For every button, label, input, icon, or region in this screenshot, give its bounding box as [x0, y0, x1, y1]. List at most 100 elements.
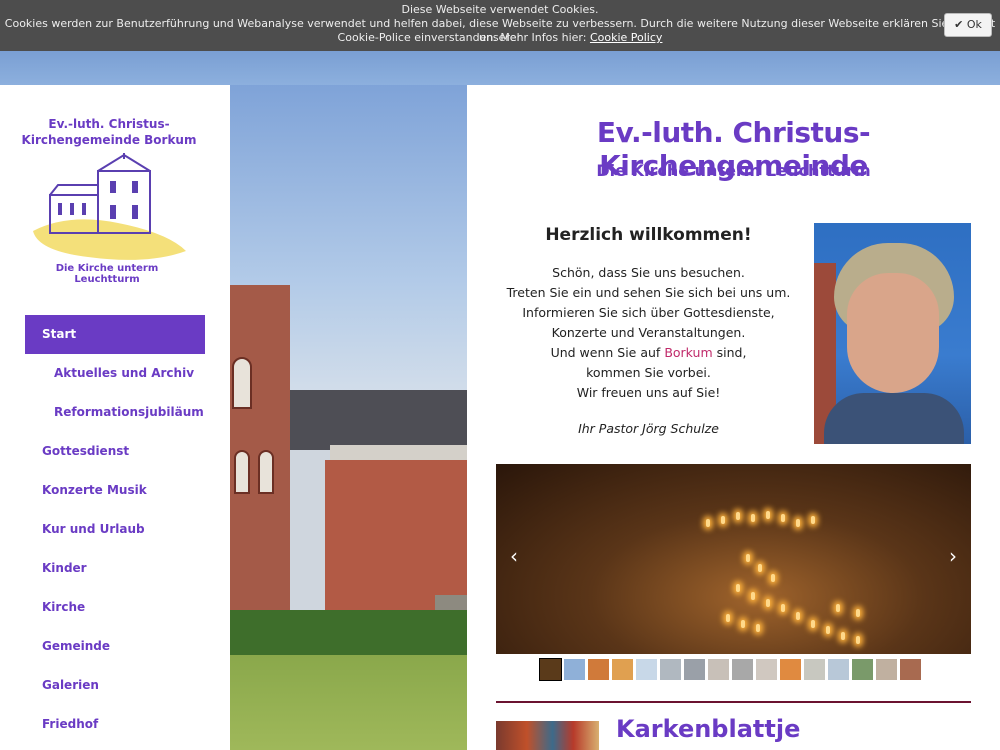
borkum-highlight: Borkum	[664, 345, 713, 360]
candle-light	[841, 632, 845, 640]
slider-thumbnail[interactable]	[539, 658, 562, 681]
welcome-line: Und wenn Sie auf Borkum sind,	[497, 343, 800, 363]
sidebar: Ev.-luth. Christus- Kirchengemeinde Bork…	[0, 85, 230, 750]
nav-item-gemeinde[interactable]: Gemeinde	[25, 627, 205, 666]
tower-window	[234, 450, 250, 494]
cookie-text-2: Cookie-Police einverstanden. Mehr Infos …	[0, 31, 1000, 45]
church-hall	[325, 460, 467, 610]
welcome-heading: Herzlich willkommen!	[545, 225, 752, 245]
portrait-face	[847, 273, 939, 393]
candle-light	[758, 564, 762, 572]
nav-item-konzerte[interactable]: Konzerte Musik	[25, 471, 205, 510]
cookie-title: Diese Webseite verwendet Cookies.	[401, 3, 599, 16]
nav-item-gottesdienst[interactable]: Gottesdienst	[25, 432, 205, 471]
slider-thumbnail[interactable]	[588, 659, 609, 680]
candle-light	[766, 599, 770, 607]
portrait-shirt	[824, 393, 964, 444]
main-nav: Start Aktuelles und Archiv Reformationsj…	[25, 315, 205, 744]
candle-light	[771, 574, 775, 582]
candle-light	[736, 584, 740, 592]
nav-item-galerien[interactable]: Galerien	[25, 666, 205, 705]
rooftops	[290, 390, 467, 450]
pastor-signature: Ihr Pastor Jörg Schulze	[578, 421, 719, 436]
logo-title-line1: Ev.-luth. Christus-	[48, 117, 170, 131]
nav-item-aktuelles[interactable]: Aktuelles und Archiv	[25, 354, 205, 393]
lawn	[230, 655, 467, 750]
candle-light	[781, 604, 785, 612]
candle-light	[856, 609, 860, 617]
candle-light	[756, 624, 760, 632]
candle-light	[781, 514, 785, 522]
candle-light	[746, 554, 750, 562]
ok-label: Ok	[966, 18, 982, 31]
karkenblattje-image[interactable]	[496, 721, 599, 750]
tower-window	[258, 450, 274, 494]
welcome-line-5a: Und wenn Sie auf	[550, 345, 665, 360]
candle-light	[766, 511, 770, 519]
logo-title-line2: Kirchengemeinde Borkum	[21, 133, 197, 147]
candle-light	[796, 612, 800, 620]
welcome-line-5b: sind,	[712, 345, 747, 360]
slider-thumbnail[interactable]	[852, 659, 873, 680]
nav-item-friedhof[interactable]: Friedhof	[25, 705, 205, 744]
welcome-line: kommen Sie vorbei.	[586, 365, 711, 380]
hedge	[230, 610, 467, 655]
slider-thumbnail[interactable]	[684, 659, 705, 680]
nav-item-start[interactable]: Start	[25, 315, 205, 354]
candle-light	[811, 516, 815, 524]
candle-light	[836, 604, 840, 612]
slider-thumbnail[interactable]	[828, 659, 849, 680]
slider-thumbnail[interactable]	[780, 659, 801, 680]
section-title: Karkenblattje	[616, 715, 801, 743]
welcome-line: Schön, dass Sie uns besuchen.	[552, 265, 745, 280]
welcome-line: Treten Sie ein und sehen Sie sich bei un…	[506, 285, 791, 300]
candle-light	[811, 620, 815, 628]
candle-light	[796, 519, 800, 527]
welcome-lines: Schön, dass Sie uns besuchen. Treten Sie…	[497, 263, 800, 403]
church-photo	[230, 85, 467, 750]
candle-light	[826, 626, 830, 634]
image-slider[interactable]: ‹ ›	[496, 464, 971, 654]
welcome-line: Konzerte und Veranstaltungen.	[551, 325, 746, 340]
page-subtitle: Die Kirche unterm Leuchtturm	[596, 161, 871, 180]
chevron-left-icon[interactable]: ‹	[510, 546, 518, 566]
candle-light	[706, 519, 710, 527]
cookie-banner: Diese Webseite verwendet Cookies. Cookie…	[0, 0, 1000, 51]
chevron-right-icon[interactable]: ›	[949, 546, 957, 566]
slider-thumbnail[interactable]	[708, 659, 729, 680]
tower-window	[232, 357, 252, 409]
slider-thumbnail[interactable]	[564, 659, 585, 680]
church-logo-icon[interactable]	[28, 153, 188, 265]
candle-light	[736, 512, 740, 520]
candle-light	[751, 592, 755, 600]
checkmark-icon: ✔	[954, 18, 964, 31]
welcome-text: Herzlich willkommen! Schön, dass Sie uns…	[497, 225, 800, 436]
section-divider	[496, 701, 971, 703]
pastor-portrait	[814, 223, 971, 444]
welcome-line: Wir freuen uns auf Sie!	[576, 385, 721, 400]
welcome-line: Informieren Sie sich über Gottesdienste,	[522, 305, 775, 320]
slider-thumbnail[interactable]	[636, 659, 657, 680]
candle-light	[721, 516, 725, 524]
slider-thumbnail[interactable]	[876, 659, 897, 680]
nav-item-kirche[interactable]: Kirche	[25, 588, 205, 627]
candle-light	[726, 614, 730, 622]
logo-subtitle: Die Kirche unterm Leuchtturm	[55, 263, 159, 285]
candle-light	[741, 620, 745, 628]
cookie-text-2-label: Cookie-Police einverstanden. Mehr Infos …	[337, 31, 587, 44]
logo-title[interactable]: Ev.-luth. Christus- Kirchengemeinde Bork…	[20, 116, 198, 148]
slider-thumbnail[interactable]	[660, 659, 681, 680]
slider-thumbnail[interactable]	[804, 659, 825, 680]
candle-light	[856, 636, 860, 644]
cookie-policy-link[interactable]: Cookie Policy	[590, 31, 662, 44]
nav-item-kur-urlaub[interactable]: Kur und Urlaub	[25, 510, 205, 549]
slider-thumbnail[interactable]	[756, 659, 777, 680]
nav-item-reformationsjubilaeum[interactable]: Reformationsjubiläum	[25, 393, 205, 432]
slider-thumbnail[interactable]	[732, 659, 753, 680]
nav-item-kinder[interactable]: Kinder	[25, 549, 205, 588]
candle-light	[751, 514, 755, 522]
cookie-ok-button[interactable]: ✔ Ok	[944, 13, 992, 37]
main-content: Ev.-luth. Christus-Kirchengemeinde Die K…	[467, 85, 1000, 750]
slider-thumbnail[interactable]	[612, 659, 633, 680]
slider-thumbnail[interactable]	[900, 659, 921, 680]
